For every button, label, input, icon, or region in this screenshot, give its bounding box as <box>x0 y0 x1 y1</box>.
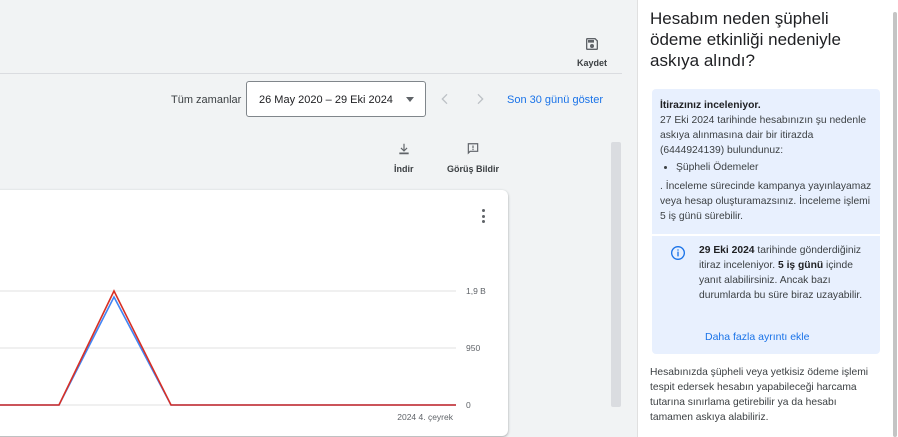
reason-list: Şüpheli Ödemeler <box>676 160 872 175</box>
y-tick-label: 1,9 B <box>466 286 486 296</box>
more-vert-icon-dot <box>481 209 485 212</box>
help-footer-text: Hesabınızda şüpheli veya yetkisiz ödeme … <box>650 367 869 423</box>
chevron-left-icon <box>441 93 448 105</box>
show-last-30-days-link[interactable]: Son 30 günü göster <box>507 94 603 106</box>
download-label: İndir <box>394 164 414 174</box>
review-heading: İtirazınız inceleniyor. <box>660 100 761 111</box>
x-tick-label: 2024 4. çeyrek <box>397 412 454 422</box>
main-scrollbar-thumb[interactable] <box>611 142 621 407</box>
date-range-select[interactable]: 26 May 2020 – 29 Eki 2024 <box>246 81 426 117</box>
more-options-button[interactable] <box>478 207 488 225</box>
save-icon <box>586 38 598 50</box>
appeal-status-notice: 29 Eki 2024 tarihinde gönderdiğiniz itir… <box>652 234 880 354</box>
add-more-details-link[interactable]: Daha fazla ayrıntı ekle <box>705 331 809 343</box>
y-tick-label: 0 <box>466 400 471 410</box>
reason-item: Şüpheli Ödemeler <box>676 160 872 175</box>
previous-period-button[interactable] <box>437 91 453 107</box>
more-vert-icon-dot <box>481 214 485 218</box>
review-note: . İnceleme sürecinde kampanya yayınlayam… <box>660 181 872 222</box>
feedback-icon <box>467 143 479 155</box>
info-icon <box>671 246 685 260</box>
next-period-button[interactable] <box>472 91 488 107</box>
download-button[interactable]: İndir <box>394 142 414 174</box>
chevron-right-icon <box>477 93 484 105</box>
appeal-status-text: 29 Eki 2024 tarihinde gönderdiğiniz itir… <box>699 243 867 303</box>
review-body: 27 Eki 2024 tarihinde hesabınızın şu ned… <box>660 115 867 156</box>
y-tick-label: 950 <box>466 343 480 353</box>
main-area: Kaydet Tüm zamanlar 26 May 2020 – 29 Eki… <box>0 0 622 437</box>
line-chart: 1,9 B 950 0 2024 4. çeyrek <box>0 286 486 422</box>
feedback-label: Görüş Bildir <box>447 164 500 174</box>
panel-scrollbar <box>892 0 898 437</box>
date-range-label: Tüm zamanlar <box>171 94 242 106</box>
caret-down-icon <box>406 97 414 102</box>
help-panel-title: Hesabım neden şüpheli ödeme etkinliği ne… <box>650 9 841 70</box>
status-date: 29 Eki 2024 <box>699 245 755 256</box>
panel-scrollbar-thumb[interactable] <box>893 12 897 437</box>
help-panel: Hesabım neden şüpheli ödeme etkinliği ne… <box>637 0 892 437</box>
appeal-review-notice: İtirazınız inceleniyor. 27 Eki 2024 tari… <box>652 89 880 234</box>
more-vert-icon-dot <box>481 220 485 223</box>
save-button[interactable]: Kaydet <box>572 36 612 68</box>
feedback-button[interactable]: Görüş Bildir <box>447 142 499 174</box>
date-range-value: 26 May 2020 – 29 Eki 2024 <box>259 94 393 106</box>
chart-series-line <box>0 295 456 406</box>
save-label: Kaydet <box>576 58 607 68</box>
top-toolbar <box>0 0 622 74</box>
download-icon <box>399 143 409 155</box>
status-days: 5 iş günü <box>777 260 824 271</box>
